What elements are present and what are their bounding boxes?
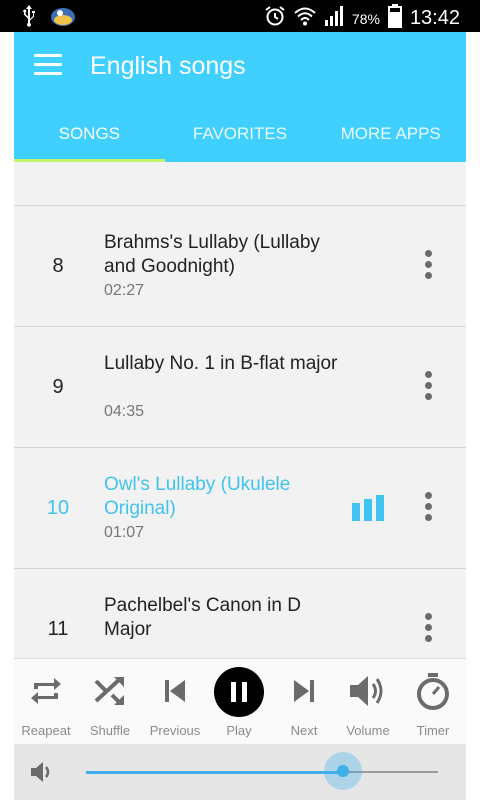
- song-title: Brahms's Lullaby (Lullaby and Goodnight): [104, 232, 320, 277]
- usb-icon: [22, 5, 36, 32]
- status-bar: 78% 13:42: [0, 0, 480, 32]
- play-label: Play: [226, 723, 252, 738]
- tab-favorites[interactable]: FAVORITES: [165, 108, 316, 162]
- song-row[interactable]: 11 Pachelbel's Canon in D Major: [14, 569, 466, 658]
- pause-icon: [214, 667, 264, 717]
- play-pause-button[interactable]: Play: [207, 659, 271, 745]
- tab-bar: SONGS FAVORITES MORE APPS: [14, 108, 466, 162]
- previous-label: Previous: [149, 723, 201, 738]
- song-row-now-playing[interactable]: 10 Owl's Lullaby (Ukulele Original) 01:0…: [14, 448, 466, 569]
- song-number: 8: [52, 255, 64, 277]
- app-frame: English songs SONGS FAVORITES MORE APPS …: [14, 32, 466, 800]
- song-row[interactable]: 8 Brahms's Lullaby (Lullaby and Goodnigh…: [14, 206, 466, 327]
- volume-track[interactable]: [86, 752, 438, 790]
- song-number: 11: [47, 618, 69, 640]
- song-duration: 02:27: [104, 282, 145, 299]
- more-options-icon[interactable]: [420, 613, 436, 647]
- timer-button[interactable]: Timer: [401, 659, 465, 745]
- app-notification-icon: [50, 5, 76, 32]
- song-title: Pachelbel's Canon in D Major: [104, 595, 301, 640]
- song-title: Owl's Lullaby (Ukulele Original): [104, 474, 291, 519]
- shuffle-label: Shuffle: [89, 723, 131, 738]
- song-number: 9: [52, 376, 64, 398]
- equalizer-icon: [352, 495, 384, 521]
- volume-label: Volume: [346, 723, 390, 738]
- next-label: Next: [290, 723, 318, 738]
- battery-icon: [387, 4, 402, 33]
- signal-icon: [324, 6, 344, 31]
- wifi-icon: [294, 5, 316, 32]
- tab-more-apps[interactable]: MORE APPS: [315, 108, 466, 162]
- timer-icon: [415, 673, 451, 716]
- song-title: Lullaby No. 1 in B-flat major: [104, 353, 338, 374]
- next-icon: [286, 673, 322, 714]
- previous-button[interactable]: Previous: [143, 659, 207, 745]
- speaker-icon: [30, 760, 56, 789]
- more-options-icon[interactable]: [420, 371, 436, 405]
- battery-percent: 78%: [351, 10, 380, 27]
- shuffle-button[interactable]: Shuffle: [78, 659, 142, 745]
- volume-button[interactable]: Volume: [336, 659, 400, 745]
- song-number: 10: [46, 497, 70, 519]
- song-duration: 01:07: [104, 524, 145, 541]
- repeat-icon: [28, 673, 64, 714]
- song-list[interactable]: 8 Brahms's Lullaby (Lullaby and Goodnigh…: [14, 162, 466, 658]
- timer-label: Timer: [416, 723, 450, 738]
- volume-thumb[interactable]: [323, 752, 362, 790]
- alarm-icon: [264, 5, 286, 32]
- hamburger-menu-icon[interactable]: [34, 54, 62, 78]
- playback-controls: Reapeat Shuffle Previous Play Next Volum…: [14, 658, 466, 744]
- repeat-button[interactable]: Reapeat: [14, 659, 78, 745]
- tab-songs[interactable]: SONGS: [14, 108, 165, 162]
- previous-icon: [157, 673, 193, 714]
- volume-fill: [86, 771, 343, 774]
- more-options-icon[interactable]: [420, 492, 436, 526]
- song-row[interactable]: 9 Lullaby No. 1 in B-flat major 04:35: [14, 327, 466, 448]
- status-time: 13:42: [409, 7, 460, 29]
- song-duration: 04:35: [104, 403, 145, 420]
- repeat-label: Reapeat: [21, 723, 71, 738]
- app-title: English songs: [90, 52, 246, 80]
- more-options-icon[interactable]: [420, 250, 436, 284]
- shuffle-icon: [92, 673, 128, 714]
- volume-slider-bar: [14, 744, 466, 800]
- list-top-spacer: [14, 162, 466, 206]
- volume-icon: [348, 673, 388, 714]
- app-bar: English songs SONGS FAVORITES MORE APPS: [14, 32, 466, 162]
- next-button[interactable]: Next: [272, 659, 336, 745]
